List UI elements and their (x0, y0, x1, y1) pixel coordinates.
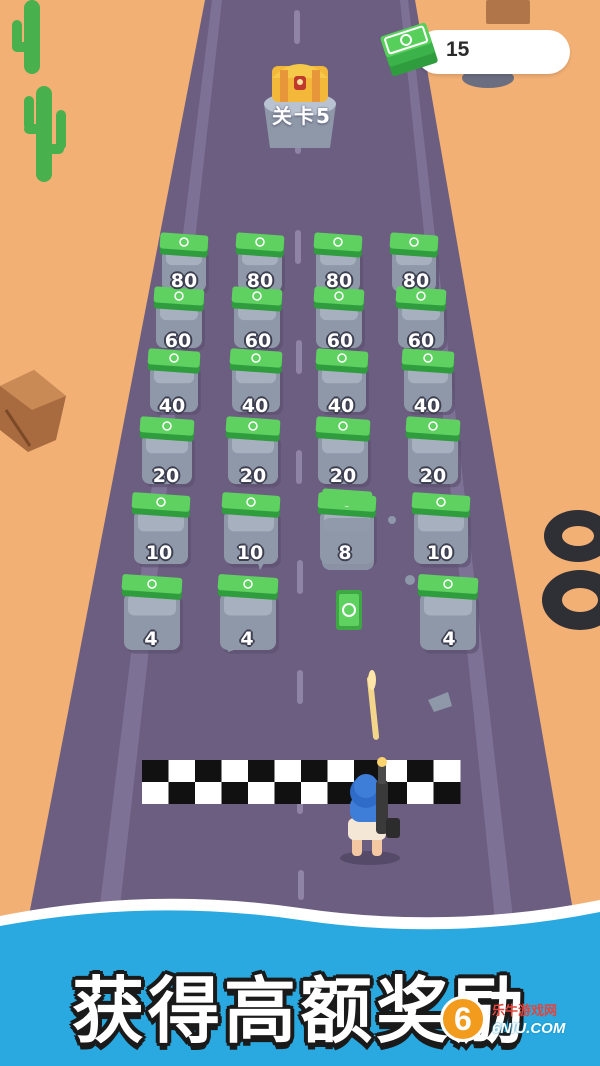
cash-stack-icon (229, 348, 283, 374)
block-value: 40 (413, 395, 441, 417)
cash-stack-icon (401, 348, 455, 374)
finish-line-cell (407, 782, 434, 804)
block-value: 8 (338, 542, 352, 564)
block-value: 40 (241, 395, 269, 417)
finish-line-cell (168, 760, 196, 782)
block-value: 10 (236, 542, 264, 564)
finish-line-cell (433, 782, 461, 804)
watermark-badge: 6 (440, 996, 486, 1042)
finish-line-cell (168, 782, 196, 804)
block-value: 20 (239, 465, 267, 487)
finish-line-cell (407, 760, 434, 782)
cash-stack-icon (225, 416, 281, 442)
finish-line-cell (327, 760, 355, 782)
finish-line-cell (142, 782, 169, 804)
block-value: 4 (240, 628, 254, 650)
cash-stack-icon (217, 574, 279, 600)
cash-stack-icon (159, 232, 209, 258)
wooden-crate-top (486, 0, 530, 24)
finish-line-cell (195, 782, 222, 804)
watermark-domain: 6NIU.COM (492, 1020, 566, 1037)
finish-line-cell (221, 760, 249, 782)
finish-line-cell (142, 760, 169, 782)
cash-stack-icon (411, 492, 471, 518)
block-value: 20 (329, 465, 357, 487)
block-value: 4 (442, 628, 456, 650)
block-value: 80 (402, 270, 430, 292)
block-value: 10 (145, 542, 173, 564)
cactus-tall (12, 0, 40, 74)
cash-stack-icon (147, 348, 201, 374)
cash-stack-icon (315, 348, 369, 374)
finish-line-cell (274, 782, 302, 804)
finish-line-cell (221, 782, 249, 804)
finish-line (142, 760, 461, 804)
cash-amount: 15 (446, 38, 470, 61)
cash-stack-icon (235, 232, 285, 258)
cash-stack-icon (139, 416, 195, 442)
block-value: 40 (158, 395, 186, 417)
finish-line-cell (301, 782, 328, 804)
cash-stack-icon (315, 416, 371, 442)
finish-line-cell (301, 760, 328, 782)
wooden-crate-left (0, 370, 66, 452)
cash-stack-icon (380, 22, 438, 77)
cactus-small (24, 86, 66, 182)
block-value: 40 (327, 395, 355, 417)
block-value: 80 (246, 270, 274, 292)
block-value: 20 (152, 465, 180, 487)
cash-stack-icon (221, 492, 281, 518)
cash-stack-icon (313, 232, 363, 258)
finish-line-cell (195, 760, 222, 782)
cash-stack-icon (131, 492, 191, 518)
watermark-logo: 6 乐牛游戏网 6NIU.COM (440, 994, 590, 1048)
tire-stack (542, 510, 600, 630)
finish-line-cell (433, 760, 461, 782)
cash-counter: 15 (380, 22, 572, 78)
cash-stack-icon (389, 232, 439, 258)
watermark-badge-digit: 6 (454, 1001, 472, 1037)
flying-cash (336, 590, 362, 630)
block-value: 60 (326, 330, 354, 352)
cash-stack-icon (405, 416, 461, 442)
block-value: 80 (170, 270, 198, 292)
cash-stack-icon (417, 574, 479, 600)
block-value: 20 (419, 465, 447, 487)
treasure-chest-icon (272, 64, 328, 102)
finish-line-cell (248, 760, 275, 782)
block-value: 10 (426, 542, 454, 564)
block-value: 60 (164, 330, 192, 352)
finish-line-cell (274, 760, 302, 782)
block-value: 60 (244, 330, 272, 352)
cash-stack-icon (121, 574, 183, 600)
block-value: 80 (325, 270, 353, 292)
block-value: 60 (407, 330, 435, 352)
finish-line-cell (248, 782, 275, 804)
level-label: 关卡5 (272, 104, 332, 128)
block-value: 4 (144, 628, 158, 650)
watermark-site: 乐牛游戏网 (492, 1004, 558, 1019)
